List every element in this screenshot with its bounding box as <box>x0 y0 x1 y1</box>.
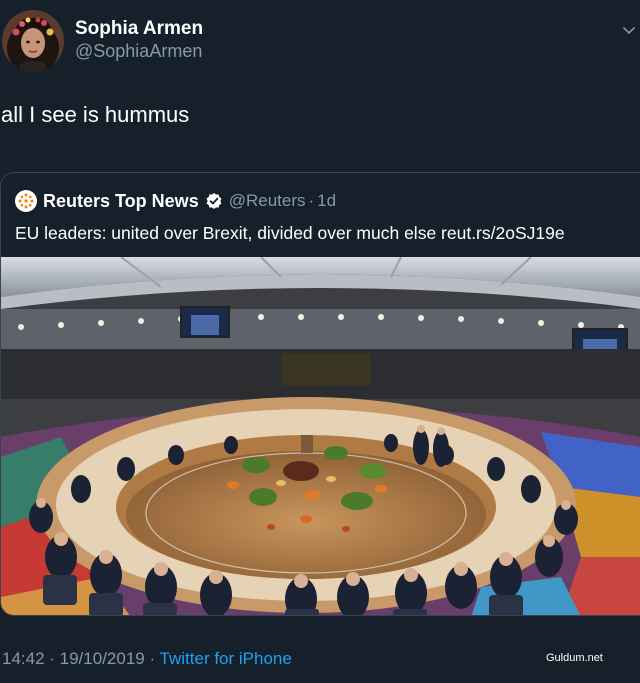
quoted-age: 1d <box>317 191 337 210</box>
tweet-header: Sophia Armen @SophiaArmen <box>0 0 640 80</box>
watermark: Guldum.net <box>546 652 603 664</box>
quoted-tweet-card[interactable]: Reuters Top News @Reuters · 1d EU leader… <box>0 172 640 616</box>
timestamp-text: 14:42 · 19/10/2019 · <box>2 649 156 668</box>
quoted-tweet-text: EU leaders: united over Brexit, divided … <box>15 223 565 243</box>
quoted-tweet-header: Reuters Top News @Reuters · 1d <box>15 187 336 215</box>
reuters-logo-icon[interactable] <box>15 190 37 212</box>
chevron-down-icon[interactable] <box>622 26 636 36</box>
quoted-separator: · <box>308 191 315 210</box>
source-link[interactable]: Twitter for iPhone <box>160 649 292 668</box>
quoted-display-name: Reuters Top News <box>43 190 199 211</box>
reuters-logo-mark <box>18 193 34 209</box>
author-handle[interactable]: @SophiaArmen <box>75 41 202 62</box>
summit-photo[interactable] <box>1 257 640 616</box>
tweet-text: all I see is hummus <box>1 102 190 127</box>
quoted-handle: @Reuters <box>228 191 306 210</box>
avatar-photo <box>2 10 64 72</box>
verified-badge-icon <box>206 193 222 209</box>
tweet-timestamp: 14:42 · 19/10/2019 · Twitter for iPhone <box>2 649 292 669</box>
author-display-name[interactable]: Sophia Armen <box>75 18 203 40</box>
author-avatar[interactable] <box>2 10 64 72</box>
